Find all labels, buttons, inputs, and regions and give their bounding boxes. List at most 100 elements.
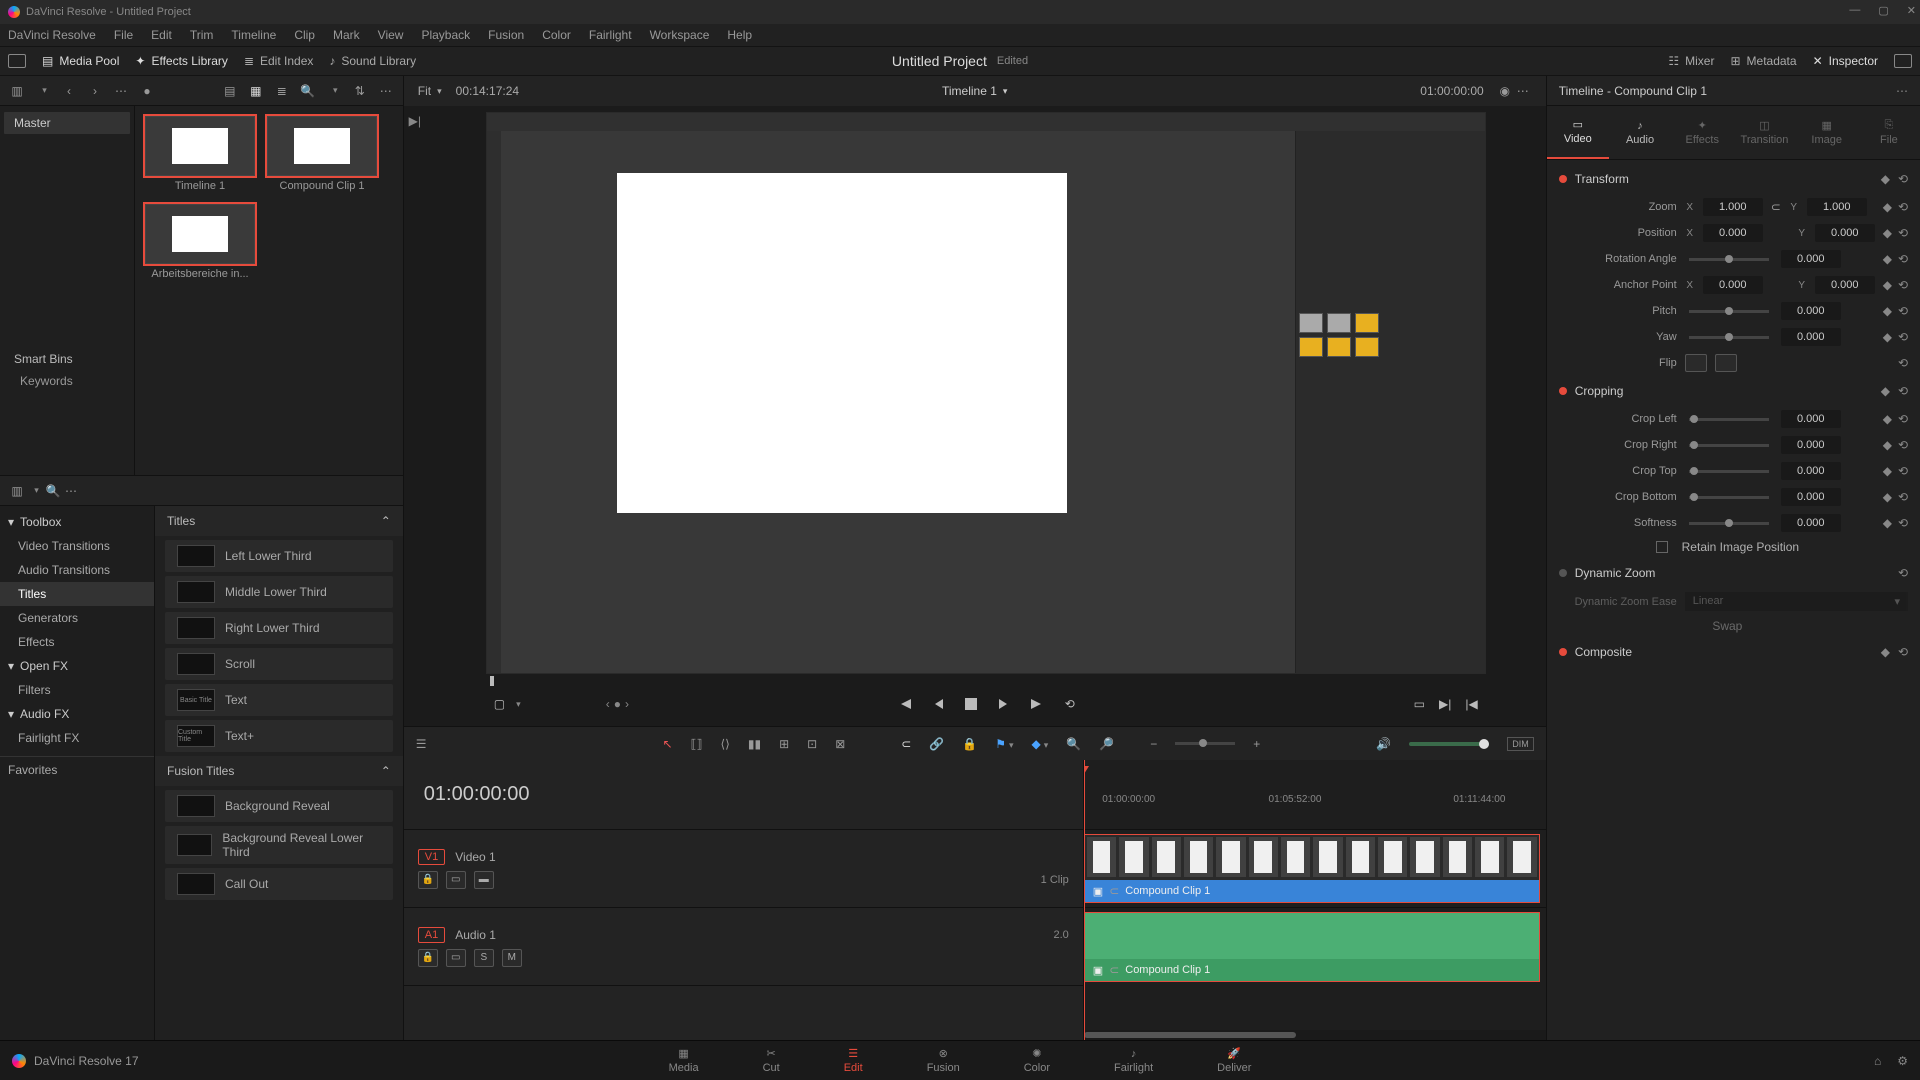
yaw-input[interactable]: [1781, 328, 1841, 346]
dynamic-zoom-group[interactable]: Dynamic Zoom⟲: [1547, 558, 1920, 588]
menu-fusion[interactable]: Fusion: [488, 28, 524, 42]
search-icon[interactable]: 🔍: [299, 82, 317, 100]
reset-icon[interactable]: ⟲: [1898, 566, 1908, 580]
transform-overlay-icon[interactable]: ▢: [494, 697, 505, 711]
fx-favorites[interactable]: Favorites: [0, 756, 154, 783]
timeline-ruler[interactable]: 01:00:00:00 01:05:52:00 01:11:44:00: [1084, 760, 1546, 830]
tab-transition[interactable]: ◫Transition: [1733, 106, 1795, 159]
bin-master[interactable]: Master: [4, 112, 130, 134]
page-deliver[interactable]: 🚀Deliver: [1217, 1047, 1251, 1074]
prev-frame-button[interactable]: [933, 697, 945, 711]
fx-item[interactable]: Middle Lower Third: [165, 576, 393, 608]
match-frame-prev[interactable]: ‹: [606, 697, 610, 711]
keyframe-icon[interactable]: ◆: [1883, 516, 1892, 530]
crop-right-input[interactable]: [1781, 436, 1841, 454]
clip-timeline-1[interactable]: Timeline 1: [145, 116, 255, 192]
flag-menu[interactable]: ⚑: [995, 737, 1013, 751]
fx-node-generators[interactable]: Generators: [0, 606, 154, 630]
tab-file[interactable]: ⎘File: [1858, 106, 1920, 159]
mini-scrubber[interactable]: [486, 674, 1486, 688]
menu-workspace[interactable]: Workspace: [650, 28, 710, 42]
reset-icon[interactable]: ⟲: [1898, 438, 1908, 452]
first-frame-button[interactable]: [897, 697, 913, 711]
composite-group[interactable]: Composite◆⟲: [1547, 637, 1920, 667]
solo-button[interactable]: S: [474, 949, 494, 967]
page-cut[interactable]: ✂Cut: [763, 1047, 780, 1074]
pool-more[interactable]: ⋯: [112, 82, 130, 100]
zoom-slider[interactable]: [1175, 742, 1235, 745]
reset-icon[interactable]: ⟲: [1898, 278, 1908, 292]
keyframe-icon[interactable]: ◆: [1883, 226, 1892, 240]
collapse-icon[interactable]: ⌃: [381, 514, 391, 528]
fx-item[interactable]: Basic TitleText: [165, 684, 393, 716]
reset-icon[interactable]: ⟲: [1898, 645, 1908, 659]
zoom-in-icon[interactable]: +: [1253, 737, 1260, 751]
keyframe-icon[interactable]: ◆: [1883, 252, 1892, 266]
inspector-toggle[interactable]: ✕Inspector: [1813, 54, 1878, 68]
resolve-logo-icon[interactable]: [12, 1054, 26, 1068]
playhead[interactable]: [1084, 760, 1085, 1040]
link-xy-icon[interactable]: ⊂: [1771, 200, 1781, 214]
fx-node-openfx[interactable]: ▾Open FX: [0, 654, 154, 678]
play-button[interactable]: [997, 697, 1009, 711]
replace-tool[interactable]: ⊠: [835, 737, 845, 751]
record-timecode[interactable]: 01:00:00:00: [1420, 84, 1483, 98]
zoom-x-input[interactable]: [1703, 198, 1763, 216]
softness-input[interactable]: [1781, 514, 1841, 532]
sound-library-toggle[interactable]: ♪Sound Library: [329, 54, 416, 68]
settings-icon[interactable]: ⚙: [1897, 1054, 1908, 1068]
reset-icon[interactable]: ⟲: [1898, 252, 1908, 266]
flip-v-button[interactable]: [1715, 354, 1737, 372]
viewer-canvas[interactable]: [486, 112, 1486, 674]
fx-node-filters[interactable]: Filters: [0, 678, 154, 702]
crop-left-slider[interactable]: [1689, 418, 1769, 421]
fx-node-audio-transitions[interactable]: Audio Transitions: [0, 558, 154, 582]
fx-node-titles[interactable]: Titles: [0, 582, 154, 606]
crop-right-slider[interactable]: [1689, 444, 1769, 447]
tab-audio[interactable]: ♪Audio: [1609, 106, 1671, 159]
smart-bins-label[interactable]: Smart Bins: [4, 352, 130, 366]
menu-help[interactable]: Help: [727, 28, 752, 42]
menu-color[interactable]: Color: [542, 28, 571, 42]
view-list[interactable]: ≣: [273, 82, 291, 100]
keyframe-icon[interactable]: ◆: [1881, 384, 1890, 398]
marker-menu[interactable]: ◆: [1032, 737, 1049, 751]
minimize-button[interactable]: —: [1849, 4, 1860, 17]
blade-tool[interactable]: ▮▮: [748, 737, 761, 751]
fx-search-icon[interactable]: 🔍: [44, 482, 62, 500]
rotation-slider[interactable]: [1689, 258, 1769, 261]
cropping-group[interactable]: Cropping◆⟲: [1547, 376, 1920, 406]
fx-layout-menu[interactable]: [26, 482, 44, 500]
reset-icon[interactable]: ⟲: [1898, 464, 1908, 478]
transform-group[interactable]: Transform◆⟲: [1547, 164, 1920, 194]
fx-item[interactable]: Background Reveal: [165, 790, 393, 822]
video-clip[interactable]: ▣⊂Compound Clip 1: [1084, 834, 1540, 903]
viewer-options[interactable]: ⋯: [1514, 82, 1532, 100]
ease-dropdown[interactable]: Linear▾: [1685, 592, 1908, 611]
expand-toggle[interactable]: [1894, 54, 1912, 68]
collapse-icon[interactable]: ⌃: [381, 764, 391, 778]
crop-top-input[interactable]: [1781, 462, 1841, 480]
audio-clip[interactable]: ▣⊂Compound Clip 1: [1084, 912, 1540, 982]
record-icon[interactable]: ●: [138, 82, 156, 100]
keyframe-icon[interactable]: ◆: [1883, 278, 1892, 292]
view-grid[interactable]: ▦: [247, 82, 265, 100]
page-color[interactable]: ✺Color: [1024, 1047, 1050, 1074]
video-track[interactable]: ▣⊂Compound Clip 1: [1084, 830, 1546, 908]
crop-bottom-slider[interactable]: [1689, 496, 1769, 499]
fx-options[interactable]: ⋯: [62, 482, 80, 500]
audio-track-header[interactable]: A1 Audio 1 2.0 🔒 ▭ S M: [404, 908, 1083, 986]
fx-node-video-transitions[interactable]: Video Transitions: [0, 534, 154, 558]
metadata-toggle[interactable]: ⊞Metadata: [1730, 54, 1796, 68]
crop-bottom-input[interactable]: [1781, 488, 1841, 506]
keyframe-icon[interactable]: ◆: [1881, 645, 1890, 659]
prev-clip-icon[interactable]: |◀: [1465, 697, 1477, 711]
overlay-menu[interactable]: [513, 697, 521, 711]
keyframe-icon[interactable]: ◆: [1883, 490, 1892, 504]
keyframe-icon[interactable]: ◆: [1883, 330, 1892, 344]
reset-icon[interactable]: ⟲: [1898, 172, 1908, 186]
zoom-y-input[interactable]: [1807, 198, 1867, 216]
pos-x-input[interactable]: [1703, 224, 1763, 242]
view-strip[interactable]: ▤: [221, 82, 239, 100]
tab-image[interactable]: ▦Image: [1796, 106, 1858, 159]
